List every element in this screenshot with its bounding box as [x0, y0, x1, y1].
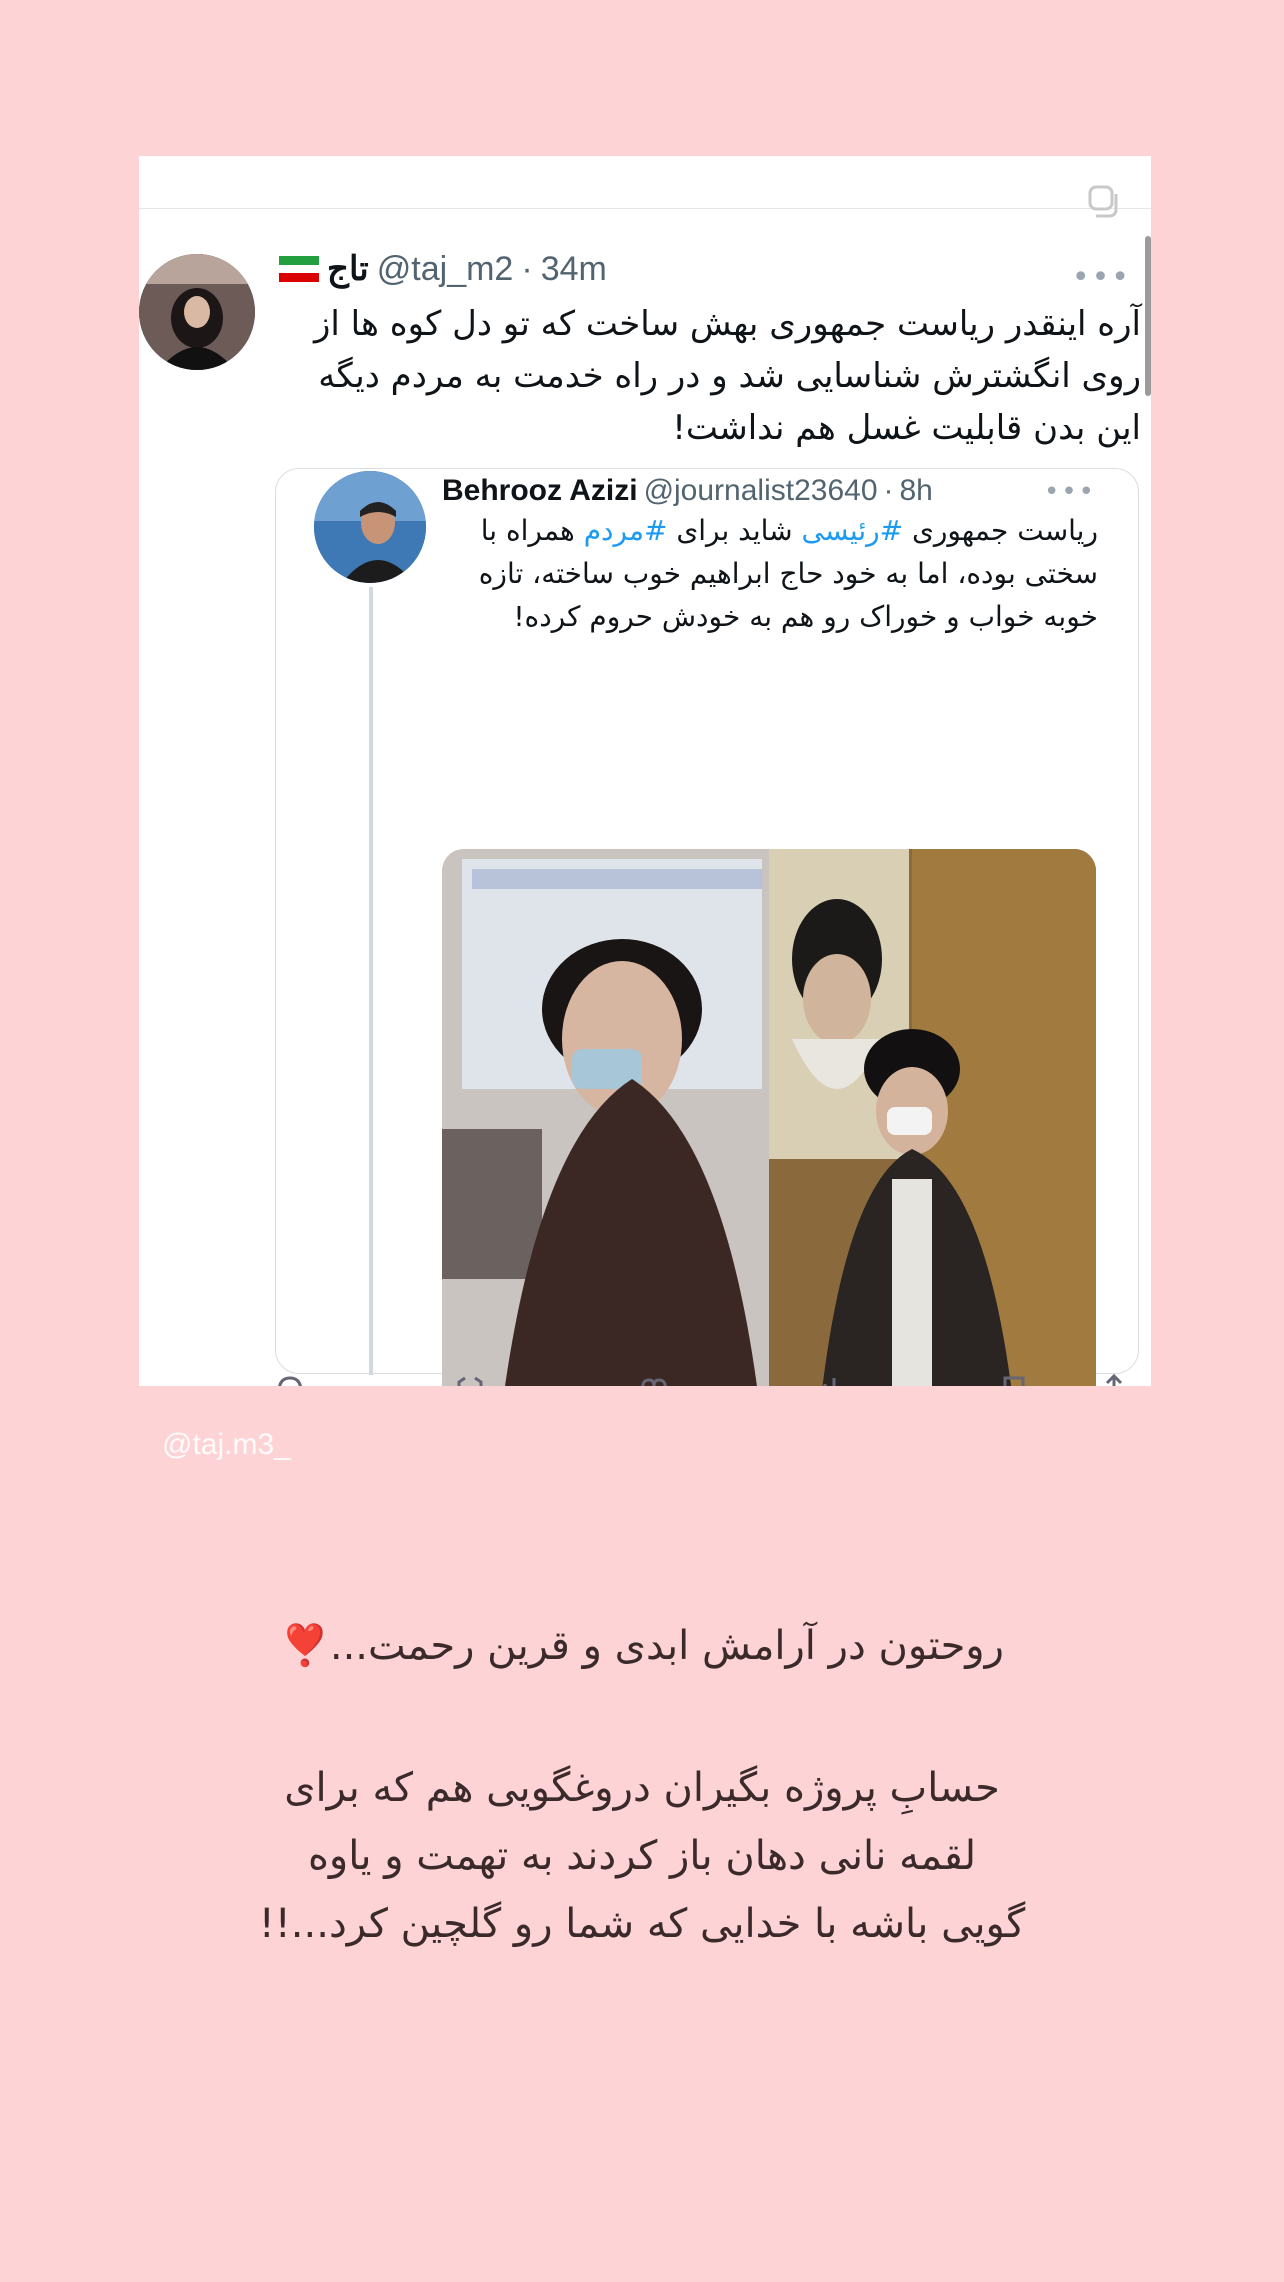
caption-line-4: گویی باشه با خدایی که شما رو گلچین کرد..…	[258, 1901, 1026, 1947]
quoted-tweet-photo[interactable]	[442, 849, 1096, 1386]
timestamp[interactable]: 34m	[541, 250, 607, 289]
display-name[interactable]: تاج	[327, 249, 369, 289]
quoted-handle[interactable]: @journalist23640	[644, 474, 878, 508]
tweet-action-bar	[139, 1364, 1151, 1386]
quoted-more-options-icon[interactable]: •••	[1044, 477, 1096, 507]
caption-line-1: روحتون در آرامش ابدی و قرین رحمت...❣️	[280, 1623, 1004, 1669]
tweet-text: آره اینقدر ریاست جمهوری بهش ساخت که تو د…	[314, 304, 1141, 448]
separator: ·	[883, 474, 894, 507]
bookmark-icon[interactable]	[999, 1374, 1029, 1386]
like-icon[interactable]	[639, 1374, 669, 1386]
handle[interactable]: @taj_m2	[377, 250, 514, 289]
tweet-header: تاج @taj_m2 · 34m	[279, 248, 607, 290]
scrollbar[interactable]	[1145, 236, 1151, 396]
username-watermark: @taj.m3_	[162, 1428, 291, 1461]
retweet-icon[interactable]	[455, 1374, 485, 1386]
quoted-tweet-text: ریاست جمهوری #رئیسی شاید برای #مردم همرا…	[442, 509, 1098, 638]
caption-line-3: لقمه نانی دهان باز کردند به تهمت و یاوه	[307, 1833, 977, 1879]
hashtag-link[interactable]: #رئیسی	[802, 514, 904, 547]
quoted-display-name[interactable]: Behrooz Azizi	[442, 474, 638, 508]
text-segment: شاید برای	[667, 514, 802, 547]
divider	[139, 208, 1151, 209]
iran-flag-icon	[279, 256, 319, 282]
text-segment: ریاست جمهوری	[903, 514, 1098, 547]
separator: ·	[521, 249, 533, 288]
more-options-icon[interactable]: •••	[1072, 260, 1131, 295]
thread-line	[369, 587, 373, 1375]
share-icon[interactable]	[1099, 1374, 1129, 1386]
quoted-tweet[interactable]: Behrooz Azizi @journalist23640 · 8h ••• …	[275, 468, 1139, 1386]
views-icon[interactable]	[819, 1374, 849, 1386]
avatar[interactable]	[139, 254, 255, 370]
reply-icon[interactable]	[275, 1374, 305, 1386]
quoted-avatar[interactable]	[314, 471, 426, 583]
quoted-timestamp[interactable]: 8h	[900, 474, 933, 508]
hashtag-link[interactable]: #مردم	[584, 514, 668, 547]
copy-icon[interactable]	[1087, 184, 1121, 218]
caption-line-2: حسابِ پروژه بگیران دروغگویی هم که برای	[284, 1765, 1000, 1811]
tweet-screenshot-card: تاج @taj_m2 · 34m ••• آره اینقدر ریاست ج…	[139, 156, 1151, 1386]
quoted-header: Behrooz Azizi @journalist23640 · 8h	[442, 471, 933, 511]
